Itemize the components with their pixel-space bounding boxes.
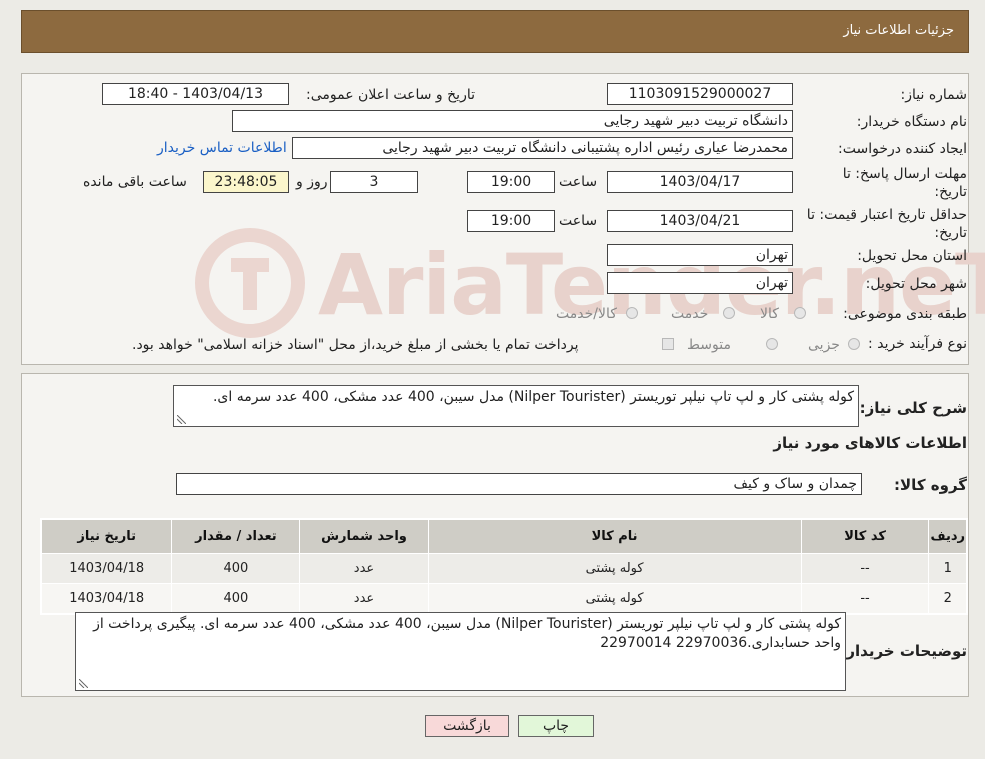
table-row: 1 -- کوله پشتی عدد 400 1403/04/18 (40, 553, 967, 584)
deadline-time-field: 19:00 (467, 171, 555, 193)
goods-group-field: چمدان و ساک و کیف (176, 473, 862, 495)
page-title: جزئیات اطلاعات نیاز (843, 23, 954, 38)
header-row-number: ردیف (928, 519, 967, 554)
category-label: طبقه بندی موضوعی: (843, 306, 967, 322)
cell-unit: عدد (299, 583, 429, 614)
announce-label: تاریخ و ساعت اعلان عمومی: (306, 87, 475, 103)
validity-time-field: 19:00 (467, 210, 555, 232)
summary-text: کوله پشتی کار و لپ تاپ نیلپر توریستر (Ni… (212, 389, 854, 405)
header-need-date: تاریخ نیاز (40, 519, 173, 554)
buyer-org-label: نام دستگاه خریدار: (856, 114, 967, 130)
back-button[interactable]: بازگشت (425, 715, 509, 737)
summary-field: کوله پشتی کار و لپ تاپ نیلپر توریستر (Ni… (173, 385, 859, 427)
cell-goods-name: کوله پشتی (427, 583, 802, 614)
process-note: پرداخت تمام یا بخشی از مبلغ خرید،از محل … (132, 337, 579, 353)
goods-table: ردیف کد کالا نام کالا واحد شمارش تعداد /… (40, 519, 967, 614)
announce-field: 1403/04/13 - 18:40 (102, 83, 289, 105)
category-option-goods-service: کالا/خدمت (556, 306, 617, 322)
category-option-goods: کالا (760, 306, 779, 322)
need-number-field: 1103091529000027 (607, 83, 793, 105)
print-button[interactable]: چاپ (518, 715, 594, 737)
category-radio-goods-service[interactable] (626, 307, 638, 319)
process-option-minor: جزیی (808, 337, 840, 353)
need-number-label: شماره نیاز: (900, 87, 968, 103)
deadline-label-line1: مهلت ارسال پاسخ: تا (842, 166, 967, 182)
city-field: تهران (607, 272, 793, 294)
cell-row-number: 1 (928, 553, 967, 584)
cell-quantity: 400 (171, 553, 301, 584)
remaining-time-field: 23:48:05 (203, 171, 289, 193)
process-radio-minor[interactable] (848, 338, 860, 350)
days-field: 3 (330, 171, 418, 193)
validity-label-line1: حداقل تاریخ اعتبار قیمت: تا (806, 207, 967, 223)
goods-heading: اطلاعات کالاهای مورد نیاز (773, 434, 967, 452)
deadline-date-field: 1403/04/17 (607, 171, 793, 193)
buyer-notes-field: کوله پشتی کار و لپ تاپ نیلپر توریستر (Ni… (75, 612, 846, 691)
buyer-org-field: دانشگاه تربیت دبیر شهید رجایی (232, 110, 793, 132)
validity-time-label: ساعت (559, 213, 598, 229)
buyer-notes-text: کوله پشتی کار و لپ تاپ نیلپر توریستر (Ni… (93, 616, 841, 651)
resize-grip-icon[interactable] (177, 415, 186, 424)
header-quantity: تعداد / مقدار (171, 519, 301, 554)
category-option-service: خدمت (671, 306, 709, 322)
province-field: تهران (607, 244, 793, 266)
province-label: استان محل تحویل: (857, 248, 967, 264)
creator-field: محمدرضا عیاری رئیس اداره پشتیبانی دانشگا… (292, 137, 793, 159)
header-goods-name: نام کالا (427, 519, 802, 554)
goods-group-label: گروه کالا: (894, 476, 967, 494)
cell-need-date: 1403/04/18 (40, 553, 173, 584)
process-option-medium: متوسط (687, 337, 731, 353)
validity-label-line2: تاریخ: (934, 225, 967, 241)
table-header-row: ردیف کد کالا نام کالا واحد شمارش تعداد /… (40, 519, 967, 554)
header-unit: واحد شمارش (299, 519, 429, 554)
buyer-contact-link[interactable]: اطلاعات تماس خریدار (157, 140, 287, 156)
creator-label: ایجاد کننده درخواست: (838, 141, 967, 157)
watermark-logo (195, 228, 305, 338)
cell-quantity: 400 (171, 583, 301, 614)
cell-row-number: 2 (928, 583, 967, 614)
page-header: جزئیات اطلاعات نیاز (21, 10, 969, 53)
cell-goods-name: کوله پشتی (427, 553, 802, 584)
deadline-label: مهلت ارسال پاسخ: تا تاریخ: (843, 165, 967, 201)
deadline-time-label: ساعت (559, 174, 598, 190)
validity-label: حداقل تاریخ اعتبار قیمت: تا تاریخ: (807, 206, 967, 242)
resize-grip-icon[interactable] (79, 679, 88, 688)
remaining-label: ساعت باقی مانده (83, 174, 187, 190)
category-radio-service[interactable] (723, 307, 735, 319)
buyer-notes-label: توضیحات خریدار: (840, 642, 967, 660)
validity-date-field: 1403/04/21 (607, 210, 793, 232)
goods-table-wrap: ردیف کد کالا نام کالا واحد شمارش تعداد /… (40, 518, 968, 615)
treasury-checkbox[interactable] (662, 338, 674, 350)
summary-label: شرح کلی نیاز: (859, 399, 967, 417)
process-radio-medium[interactable] (766, 338, 778, 350)
process-label: نوع فرآیند خرید : (868, 336, 967, 352)
cell-need-date: 1403/04/18 (40, 583, 173, 614)
header-goods-code: کد کالا (800, 519, 930, 554)
cell-goods-code: -- (800, 553, 930, 584)
deadline-label-line2: تاریخ: (934, 184, 967, 200)
days-label: روز و (296, 174, 328, 190)
category-radio-goods[interactable] (794, 307, 806, 319)
cell-unit: عدد (299, 553, 429, 584)
cell-goods-code: -- (800, 583, 930, 614)
table-row: 2 -- کوله پشتی عدد 400 1403/04/18 (40, 583, 967, 614)
city-label: شهر محل تحویل: (865, 276, 967, 292)
